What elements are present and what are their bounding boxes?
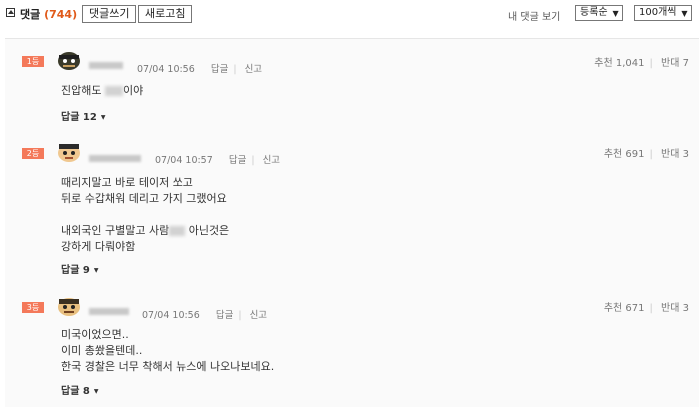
vote-counts: 추천 671 | 반대 3 bbox=[603, 303, 689, 314]
comment-text: 때리지말고 바로 테이저 쏘고 bbox=[61, 176, 193, 189]
comment-list: 1등 07/04 10:56 답글 | 신고 추천 1,041 | 반대 7 진압해… bbox=[5, 38, 699, 407]
vote-counts: 추천 691 | 반대 3 bbox=[603, 149, 689, 160]
comment-text: 내외국인 구별말고 사람 bbox=[61, 224, 170, 237]
rank-badge: 3등 bbox=[22, 302, 44, 313]
report-link[interactable]: 신고 bbox=[250, 310, 267, 321]
my-comments-link[interactable]: 내 댓글 보기 bbox=[508, 8, 560, 23]
comment-text: 뒤로 수갑채워 데리고 가지 그랬어요 bbox=[61, 192, 227, 205]
reply-count: 답글 8 bbox=[61, 386, 90, 397]
comment-text: 아닌것은 bbox=[185, 224, 230, 237]
comment-text: 이미 총쐈을텐데.. bbox=[61, 344, 143, 357]
comment-meta: 07/04 10:57 답글 | 신고 bbox=[155, 155, 281, 166]
comment-count: (744) bbox=[44, 8, 78, 21]
avatar-icon bbox=[58, 144, 80, 162]
reply-link[interactable]: 답글 bbox=[229, 155, 246, 166]
downvote-count[interactable]: 반대 3 bbox=[661, 303, 689, 314]
comment-time: 07/04 10:57 bbox=[155, 155, 213, 166]
reply-link[interactable]: 답글 bbox=[211, 64, 228, 75]
comment-text: 이야 bbox=[122, 84, 144, 97]
caret-down-icon: ▼ bbox=[93, 266, 99, 274]
upvote-count[interactable]: 추천 691 bbox=[604, 149, 645, 160]
per-page-select-value: 100개씩 bbox=[639, 7, 677, 18]
comments-title-label: 댓글 bbox=[20, 8, 41, 21]
sort-select[interactable]: 등록순 ▼ bbox=[575, 5, 623, 21]
downvote-count[interactable]: 반대 7 bbox=[661, 58, 689, 69]
rank-badge: 1등 bbox=[22, 56, 44, 67]
reply-link[interactable]: 답글 bbox=[216, 310, 233, 321]
write-comment-button[interactable]: 댓글쓰기 bbox=[82, 5, 137, 23]
per-page-select[interactable]: 100개씩 ▼ bbox=[634, 5, 692, 21]
caret-down-icon: ▼ bbox=[100, 113, 106, 121]
caret-down-icon: ▼ bbox=[93, 387, 99, 395]
avatar-icon bbox=[58, 52, 80, 70]
collapse-toggle-icon[interactable] bbox=[6, 8, 15, 17]
refresh-button[interactable]: 새로고침 bbox=[138, 5, 193, 23]
censored-text bbox=[104, 86, 123, 96]
reply-count: 답글 12 bbox=[61, 112, 97, 123]
report-link[interactable]: 신고 bbox=[263, 155, 280, 166]
report-link[interactable]: 신고 bbox=[245, 64, 262, 75]
comment-text: 미국이었으면.. bbox=[61, 328, 129, 341]
comment-blank-line bbox=[61, 207, 229, 223]
comments-title: 댓글 (744) bbox=[20, 6, 77, 22]
upvote-count[interactable]: 추천 671 bbox=[604, 303, 645, 314]
comment-body: 진압해도 이야 bbox=[61, 83, 143, 99]
author-name-blurred bbox=[89, 308, 129, 315]
chevron-down-icon: ▼ bbox=[681, 9, 688, 18]
author-name-blurred bbox=[89, 62, 123, 69]
vote-counts: 추천 1,041 | 반대 7 bbox=[594, 58, 689, 69]
reply-toggle[interactable]: 답글 9 ▼ bbox=[61, 261, 98, 276]
comment-time: 07/04 10:56 bbox=[142, 310, 200, 321]
comment-body: 미국이었으면.. 이미 총쐈을텐데.. 한국 경찰은 너무 착해서 뉴스에 나오… bbox=[61, 327, 274, 375]
censored-text bbox=[169, 226, 186, 236]
comment-meta: 07/04 10:56 답글 | 신고 bbox=[142, 310, 268, 321]
comment-text: 강하게 다뤄야함 bbox=[61, 240, 136, 253]
comment-time: 07/04 10:56 bbox=[137, 64, 195, 75]
sort-select-value: 등록순 bbox=[580, 7, 608, 18]
comments-header: 댓글 (744) 댓글쓰기 새로고침 내 댓글 보기 등록순 ▼ 100개씩 ▼ bbox=[0, 0, 699, 36]
reply-toggle[interactable]: 답글 12 ▼ bbox=[61, 108, 105, 123]
author-name-blurred bbox=[89, 155, 141, 162]
comment-body: 때리지말고 바로 테이저 쏘고 뒤로 수갑채워 데리고 가지 그랬어요 내외국인… bbox=[61, 175, 229, 255]
comment-meta: 07/04 10:56 답글 | 신고 bbox=[137, 64, 263, 75]
comment-text: 진압해도 bbox=[61, 84, 105, 97]
downvote-count[interactable]: 반대 3 bbox=[661, 149, 689, 160]
rank-badge: 2등 bbox=[22, 148, 44, 159]
avatar-icon bbox=[58, 298, 80, 316]
comment-text: 한국 경찰은 너무 착해서 뉴스에 나오나보네요. bbox=[61, 360, 275, 373]
upvote-count[interactable]: 추천 1,041 bbox=[594, 58, 644, 69]
reply-count: 답글 9 bbox=[61, 265, 90, 276]
chevron-down-icon: ▼ bbox=[612, 9, 619, 18]
reply-toggle[interactable]: 답글 8 ▼ bbox=[61, 382, 98, 397]
